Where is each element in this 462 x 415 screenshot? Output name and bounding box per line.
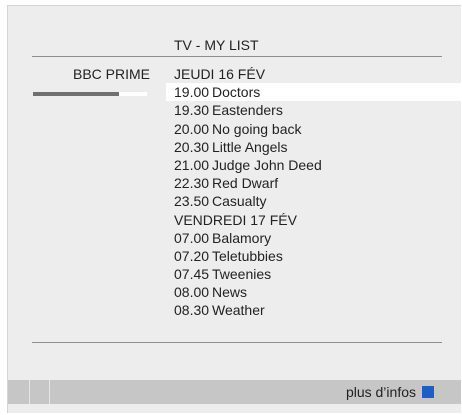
program-item[interactable]: 20.30 Little Angels [166,138,461,156]
program-item[interactable]: 08.00 News [166,283,461,301]
program-list[interactable]: JEUDI 16 FÉV 19.00 Doctors 19.30 Eastenders 2… [166,65,461,320]
program-title: Eastenders [212,102,283,119]
bottom-divider [32,342,442,343]
program-time: 20.30 [174,138,210,155]
program-title: Balamory [212,229,272,246]
program-item[interactable]: 07.45 Tweenies [166,265,461,283]
page-title: TV - MY LIST [174,37,259,53]
program-time: 21.00 [174,156,210,173]
date-label: JEUDI 16 FÉV [174,66,266,82]
program-time: 08.00 [174,284,210,301]
date-header: JEUDI 16 FÉV [166,65,461,83]
program-time: 07.00 [174,229,210,246]
program-time: 22.30 [174,175,210,192]
date-header: VENDREDI 17 FÉV [166,211,461,229]
channel-level-bar [33,92,147,96]
program-title: Weather [212,302,265,319]
bottom-tab-1 [8,380,30,404]
blue-square-icon[interactable] [422,386,434,398]
program-item[interactable]: 21.00 Judge John Deed [166,156,461,174]
program-time: 07.45 [174,266,210,283]
program-item[interactable]: 23.50 Casualty [166,192,461,210]
program-item[interactable]: 19.30 Eastenders [166,101,461,119]
program-title: Tweenies [212,266,272,283]
top-divider [32,56,442,57]
tv-list-screen: TV - MY LIST BBC PRIME JEUDI 16 FÉV 19.00… [7,5,461,413]
bottom-bar: plus d’infos [8,380,461,404]
program-item[interactable]: 19.00 Doctors [166,83,461,102]
program-item[interactable]: 08.30 Weather [166,301,461,319]
bottom-tab-2 [30,380,50,404]
program-title: Teletubbies [212,247,283,264]
program-title: News [212,284,248,301]
program-title: Red Dwarf [212,175,279,192]
program-title: Casualty [212,193,267,210]
program-time: 23.50 [174,193,210,210]
program-title: Doctors [212,84,261,101]
more-info-label[interactable]: plus d’infos [346,383,416,401]
program-time: 07.20 [174,247,210,264]
program-time: 19.00 [174,84,210,101]
program-item[interactable]: 07.20 Teletubbies [166,247,461,265]
program-item[interactable]: 22.30 Red Dwarf [166,174,461,192]
program-title: Judge John Deed [212,156,322,173]
program-item[interactable]: 20.00 No going back [166,120,461,138]
channel-name: BBC PRIME [73,66,151,82]
program-time: 20.00 [174,120,210,137]
program-title: Little Angels [212,138,288,155]
program-item[interactable]: 07.00 Balamory [166,229,461,247]
date-label: VENDREDI 17 FÉV [174,211,297,228]
program-time: 19.30 [174,102,210,119]
program-time: 08.30 [174,302,210,319]
program-title: No going back [212,120,302,137]
channel-level-fill [33,92,119,96]
